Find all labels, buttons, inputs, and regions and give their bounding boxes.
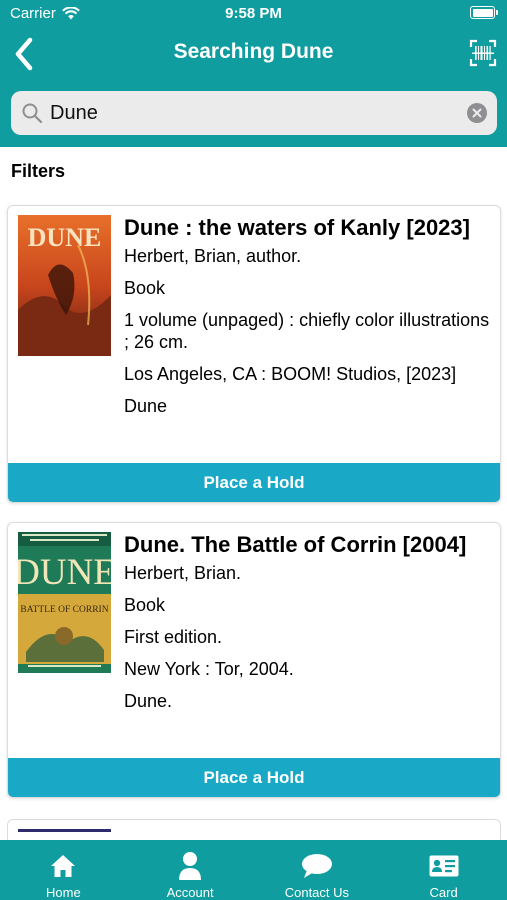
- tab-home[interactable]: Home: [0, 840, 127, 900]
- barcode-scan-button[interactable]: [467, 37, 499, 69]
- result-card[interactable]: DUNE BATTLE OF CORRIN Dune. The Battle o…: [7, 522, 501, 798]
- tab-label: Contact Us: [284, 885, 350, 900]
- tab-account[interactable]: Account: [127, 840, 254, 900]
- header: Carrier 9:58 PM Searching Dune Dune: [0, 0, 507, 147]
- clock: 9:58 PM: [225, 5, 282, 22]
- tab-bar: Home Account Contact Us Card: [0, 840, 507, 900]
- result-publisher: New York : Tor, 2004.: [124, 659, 294, 679]
- place-hold-button[interactable]: Place a Hold: [8, 758, 500, 797]
- result-details: Dune : the waters of Kanly [2023] Herber…: [124, 214, 492, 427]
- result-format: Book: [124, 595, 166, 615]
- tab-card[interactable]: Card: [380, 840, 507, 900]
- result-author: Herbert, Brian.: [124, 563, 242, 583]
- library-card-icon: [429, 855, 459, 876]
- result-description: 1 volume (unpaged) : chiefly color illus…: [124, 310, 490, 352]
- home-icon: [51, 854, 76, 877]
- result-author: Herbert, Brian, author.: [124, 246, 302, 266]
- cover-title: DUNE: [28, 223, 102, 252]
- search-input[interactable]: Dune: [50, 102, 98, 125]
- nav-bar: Searching Dune: [0, 28, 507, 80]
- barcode-scan-icon: [469, 39, 497, 67]
- battery-icon: [470, 6, 498, 19]
- result-title[interactable]: Dune : the waters of Kanly [2023]: [124, 214, 492, 242]
- clear-icon: [472, 108, 482, 118]
- chat-bubble-icon: [301, 853, 332, 878]
- clear-search-button[interactable]: [467, 103, 487, 123]
- book-cover[interactable]: DUNE BATTLE OF CORRIN: [18, 532, 111, 673]
- tab-contact-us[interactable]: Contact Us: [254, 840, 381, 900]
- place-hold-button[interactable]: Place a Hold: [8, 463, 500, 502]
- account-icon: [179, 851, 202, 880]
- result-series: Dune: [124, 396, 168, 416]
- search-icon: [22, 103, 43, 124]
- result-publisher: Los Angeles, CA : BOOM! Studios, [2023]: [124, 364, 457, 384]
- search-field[interactable]: Dune: [11, 91, 497, 135]
- tab-label: Home: [46, 885, 81, 900]
- cover-title: DUNE: [18, 552, 111, 593]
- result-edition: First edition.: [124, 627, 223, 647]
- tab-label: Card: [429, 885, 458, 900]
- tab-label: Account: [166, 885, 214, 900]
- book-cover[interactable]: [18, 829, 111, 832]
- cover-subtitle: BATTLE OF CORRIN: [20, 605, 108, 615]
- result-format: Book: [124, 278, 166, 298]
- page-title: Searching Dune: [173, 40, 334, 63]
- result-card[interactable]: DUNE Dune : the waters of Kanly [2023] H…: [7, 205, 501, 503]
- book-cover[interactable]: DUNE: [18, 215, 111, 356]
- result-title[interactable]: Dune. The Battle of Corrin [2004]: [124, 531, 492, 559]
- filters-button[interactable]: Filters: [11, 161, 65, 182]
- status-bar: Carrier 9:58 PM: [0, 0, 507, 28]
- result-series: Dune.: [124, 691, 173, 711]
- result-details: Dune. The Battle of Corrin [2004] Herber…: [124, 531, 492, 722]
